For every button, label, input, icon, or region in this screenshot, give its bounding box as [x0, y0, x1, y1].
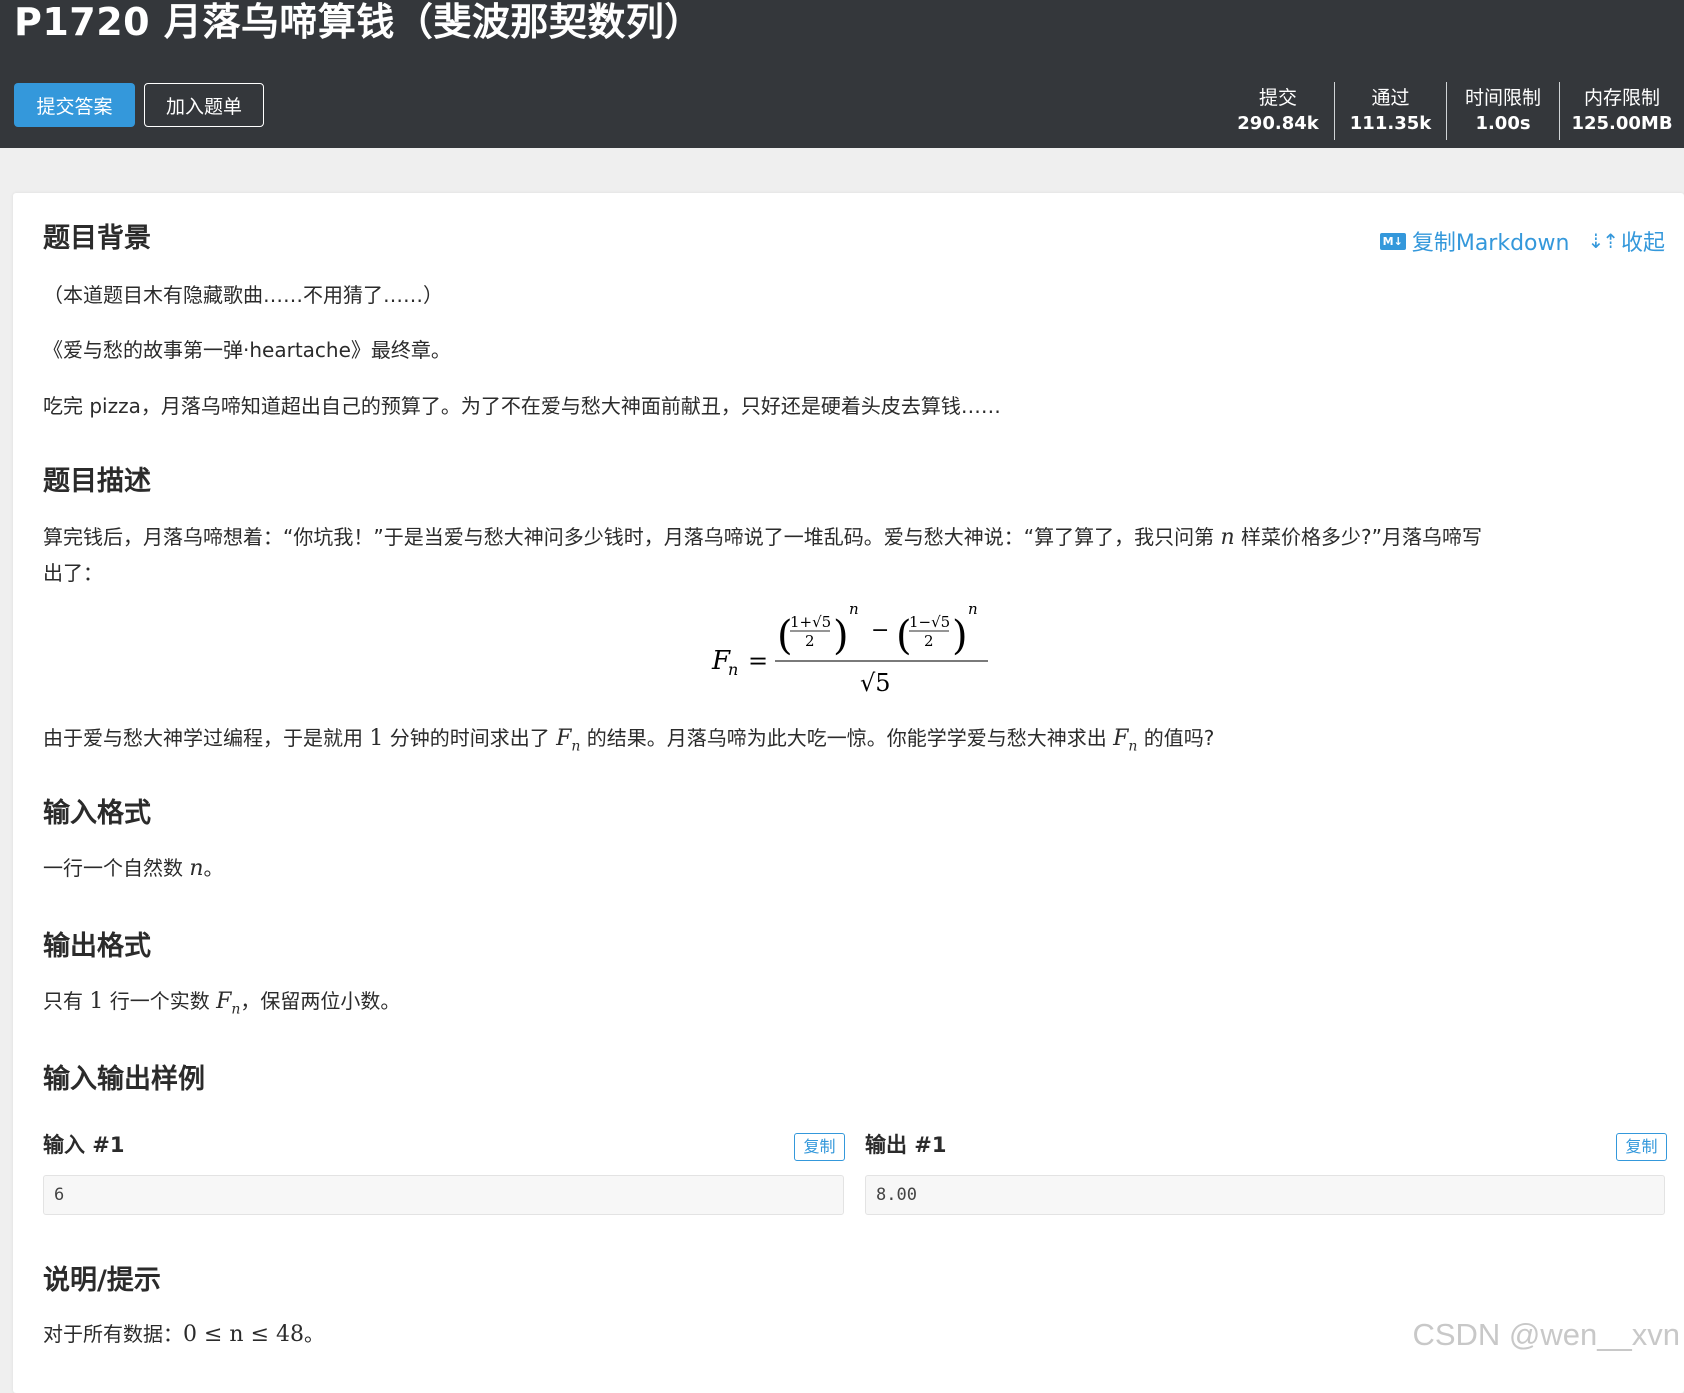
formula-graphic: F n = ( 1+√5 2 ) n − ( 1−√5 2 ) n √5: [711, 600, 988, 697]
svg-text:1−√5: 1−√5: [909, 613, 950, 631]
svg-text:2: 2: [924, 632, 934, 650]
background-text-1: （本道题目木有隐藏歌曲……不用猜了……）: [43, 283, 443, 307]
problem-title: P1720 月落乌啼算钱（斐波那契数列）: [14, 0, 703, 44]
sample-input-box[interactable]: 6: [43, 1175, 844, 1215]
svg-text:n: n: [968, 600, 978, 618]
hint-text: 对于所有数据：0 ≤ n ≤ 48。: [43, 1322, 324, 1347]
svg-text:−: −: [871, 618, 889, 643]
background-text-2: 《爱与愁的故事第一弹·heartache》最终章。: [43, 338, 451, 362]
svg-text:=: =: [748, 647, 768, 675]
submit-answer-button[interactable]: 提交答案: [14, 83, 135, 127]
var-fn: Fn: [216, 989, 241, 1018]
add-to-list-button[interactable]: 加入题单: [144, 83, 264, 127]
samples-heading: 输入输出样例: [43, 1064, 205, 1095]
card-toolbar: M↓ 复制Markdown ⇣⇡ 收起: [1379, 225, 1665, 257]
csdn-watermark: CSDN @wen__xvn: [1412, 1317, 1680, 1352]
problem-card: M↓ 复制Markdown ⇣⇡ 收起 题目背景 （本道题目木有隐藏歌曲……不用…: [13, 193, 1684, 1393]
output-format-text: 只有 1 行一个实数 Fn，保留两位小数。: [43, 989, 401, 1018]
description-text-1-cont: 出了：: [43, 561, 103, 585]
copy-output-button[interactable]: 复制: [1616, 1133, 1667, 1161]
background-text-3: 吃完 pizza，月落乌啼知道超出自己的预算了。为了不在爱与愁大神面前献丑，只好…: [43, 394, 1001, 418]
hint-heading: 说明/提示: [43, 1265, 161, 1296]
copy-input-button[interactable]: 复制: [794, 1133, 845, 1161]
sample-output-box[interactable]: 8.00: [865, 1175, 1665, 1215]
stat-time-limit: 时间限制 1.00s: [1446, 82, 1559, 140]
sample-input-label: 输入 #1: [43, 1133, 125, 1157]
problem-header: P1720 月落乌啼算钱（斐波那契数列） 提交答案 加入题单 提交 290.84…: [0, 0, 1684, 148]
fibonacci-formula: F n = ( 1+√5 2 ) n − ( 1−√5 2 ) n √5: [708, 597, 1068, 697]
svg-text:): ): [833, 613, 849, 659]
svg-text:1+√5: 1+√5: [790, 613, 831, 631]
stat-accepted: 通过 111.35k: [1334, 82, 1446, 140]
input-format-text: 一行一个自然数 n。: [43, 856, 224, 881]
stat-submissions: 提交 290.84k: [1237, 87, 1319, 134]
svg-text:n: n: [728, 660, 738, 679]
var-fn: Fn: [1113, 726, 1138, 755]
sample-output-label: 输出 #1: [865, 1133, 947, 1157]
background-heading: 题目背景: [43, 223, 151, 254]
stat-memory-limit: 内存限制 125.00MB: [1559, 82, 1684, 140]
var-fn: Fn: [556, 726, 581, 755]
svg-text:n: n: [849, 600, 859, 618]
svg-text:): ): [952, 613, 968, 659]
problem-stats: 提交 290.84k 通过 111.35k 时间限制 1.00s 内存限制 12…: [1222, 82, 1684, 140]
description-heading: 题目描述: [43, 466, 151, 497]
svg-text:√5: √5: [860, 669, 891, 697]
description-text-1: 算完钱后，月落乌啼想着：“你坑我！”于是当爱与愁大神问多少钱时，月落乌啼说了一堆…: [43, 525, 1482, 550]
collapse-link[interactable]: ⇣⇡ 收起: [1569, 225, 1665, 257]
svg-text:2: 2: [805, 632, 815, 650]
copy-markdown-link[interactable]: M↓ 复制Markdown: [1379, 225, 1569, 257]
markdown-icon: M↓: [1379, 232, 1406, 250]
output-format-heading: 输出格式: [43, 931, 151, 962]
input-format-heading: 输入格式: [43, 798, 151, 829]
description-text-2: 由于爱与愁大神学过编程，于是就用 1 分钟的时间求出了 Fn 的结果。月落乌啼为…: [43, 726, 1215, 755]
collapse-icon: ⇣⇡: [1587, 229, 1618, 253]
